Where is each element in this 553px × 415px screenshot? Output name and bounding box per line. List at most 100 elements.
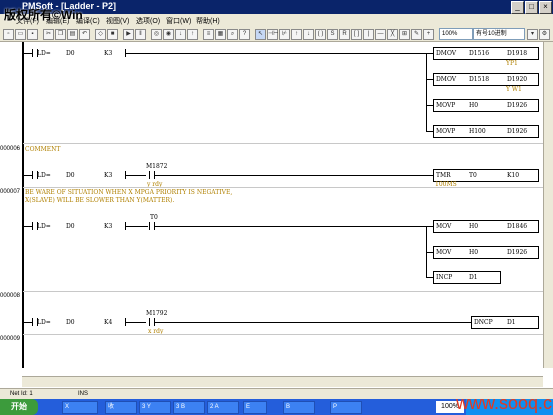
instruction-box[interactable]: MOV H0 D1846 (433, 220, 539, 233)
device-comment: YP1 (506, 60, 518, 67)
taskbar-item[interactable]: E (243, 401, 267, 414)
comment-icon[interactable]: ✎ (411, 29, 422, 40)
settings-icon[interactable]: ⚙ (539, 29, 550, 40)
build-icon[interactable]: ◇ (95, 29, 106, 40)
new-file-icon[interactable]: ▫ (3, 29, 14, 40)
paste-icon[interactable]: ▤ (67, 29, 78, 40)
instruction-src: D1 (507, 319, 516, 326)
instruction-box[interactable]: MOV H0 D1926 (433, 246, 539, 259)
rung-number: 000008 (0, 293, 21, 299)
taskbar-item[interactable]: 3 B (173, 401, 205, 414)
find-icon[interactable]: ⌕ (227, 29, 238, 40)
help-icon[interactable]: ? (239, 29, 250, 40)
coil-set-icon[interactable]: S (327, 29, 338, 40)
operand-b: K3 (104, 172, 113, 179)
copy-icon[interactable]: ❐ (55, 29, 66, 40)
wire (426, 131, 433, 132)
instruction-dst: D1920 (507, 76, 528, 83)
print-icon[interactable]: ▦ (215, 29, 226, 40)
wire (24, 322, 32, 323)
taskbar-item[interactable]: X (62, 401, 98, 414)
wire (126, 175, 146, 176)
function-block-icon[interactable]: [ ] (351, 29, 362, 40)
instruction-box[interactable]: DMOV D1518 D1920 (433, 73, 539, 86)
vertical-line-icon[interactable]: | (363, 29, 374, 40)
wire (426, 252, 433, 253)
instruction-op: MOVP (436, 128, 456, 135)
monitor-icon[interactable]: ◎ (151, 29, 162, 40)
run-icon[interactable]: ▶ (123, 29, 134, 40)
zoom-select[interactable]: 100% (439, 28, 473, 40)
menu-window[interactable]: 窗口(W) (166, 16, 191, 26)
taskbar-item[interactable]: P (330, 401, 362, 414)
wire (126, 322, 146, 323)
operand-a: D0 (66, 172, 75, 179)
instruction-box[interactable]: INCP D1 (433, 271, 501, 284)
chevron-down-icon[interactable]: ▾ (527, 29, 538, 40)
save-icon[interactable]: ▪ (27, 29, 38, 40)
minimize-button[interactable]: _ (511, 1, 524, 14)
coil-icon[interactable]: ( ) (315, 29, 326, 40)
taskbar-item[interactable]: 3 Y (139, 401, 171, 414)
taskbar-item[interactable]: 收 (105, 401, 137, 414)
instruction-op: DMOV (436, 76, 457, 83)
undo-icon[interactable]: ↶ (79, 29, 90, 40)
rung-number: 000006 (0, 146, 21, 152)
operand-a: D0 (66, 319, 75, 326)
close-button[interactable]: × (539, 1, 552, 14)
select-pointer-icon[interactable]: ↖ (255, 29, 266, 40)
site-watermark: www.sooq.cn (456, 393, 553, 413)
contact-type: LD= (37, 172, 51, 179)
rung-separator (23, 187, 543, 188)
contact-type: LD= (37, 319, 51, 326)
online-icon[interactable]: ◉ (163, 29, 174, 40)
instruction-op: MOV (436, 249, 452, 256)
instruction-src: T0 (469, 172, 477, 179)
taskbar-item[interactable]: B (283, 401, 315, 414)
instruction-dst: D1918 (507, 50, 528, 57)
wire (24, 226, 32, 227)
instruction-box[interactable]: DNCP D1 (471, 316, 539, 329)
wire (426, 79, 433, 80)
menu-options[interactable]: 选项(O) (136, 16, 160, 26)
horizontal-line-icon[interactable]: — (375, 29, 386, 40)
instruction-dst: D1926 (507, 249, 528, 256)
number-format-select[interactable]: 有号10进制 (473, 28, 525, 40)
contact-no-icon[interactable]: ⊣⊢ (267, 29, 278, 40)
instruction-op: DMOV (436, 50, 457, 57)
upload-icon[interactable]: ↑ (187, 29, 198, 40)
instruction-src: D1 (469, 274, 478, 281)
maximize-button[interactable]: □ (525, 1, 538, 14)
contact-nc-icon[interactable]: ⊬ (279, 29, 290, 40)
menu-help[interactable]: 帮助(H) (196, 16, 220, 26)
net-id: Net Id: 1 (10, 391, 33, 397)
instruction-box[interactable]: MOVP H0 D1926 (433, 99, 539, 112)
insert-mode: INS (78, 391, 89, 397)
insert-rung-icon[interactable]: ⊞ (399, 29, 410, 40)
contact-label: T0 (150, 214, 158, 221)
instruction-op: INCP (436, 274, 453, 281)
device-comment: Y W1 (506, 86, 522, 93)
instruction-box[interactable]: MOVP H100 D1926 (433, 125, 539, 138)
contact-n-icon[interactable]: ↓ (303, 29, 314, 40)
zoom-in-icon[interactable]: + (423, 29, 434, 40)
contact-p-icon[interactable]: ↑ (291, 29, 302, 40)
stop-icon[interactable]: ■ (107, 29, 118, 40)
compare-icon[interactable]: ≡ (203, 29, 214, 40)
horizontal-scrollbar[interactable] (22, 376, 543, 387)
rung-separator (23, 143, 543, 144)
vertical-scrollbar[interactable] (543, 42, 553, 368)
cut-icon[interactable]: ✂ (43, 29, 54, 40)
download-icon[interactable]: ↓ (175, 29, 186, 40)
open-folder-icon[interactable]: ▭ (15, 29, 26, 40)
coil-reset-icon[interactable]: R (339, 29, 350, 40)
start-button[interactable]: 开始 (0, 399, 38, 415)
menu-view[interactable]: 视图(V) (106, 16, 129, 26)
operand-b: K4 (104, 319, 113, 326)
rung-number: 000007 (0, 189, 21, 195)
delete-line-icon[interactable]: ╳ (387, 29, 398, 40)
instruction-box[interactable]: DMOV D1516 D1918 (433, 47, 539, 60)
pause-icon[interactable]: ‖ (135, 29, 146, 40)
operand-b: K3 (104, 50, 113, 57)
taskbar-item[interactable]: 2 A (207, 401, 239, 414)
